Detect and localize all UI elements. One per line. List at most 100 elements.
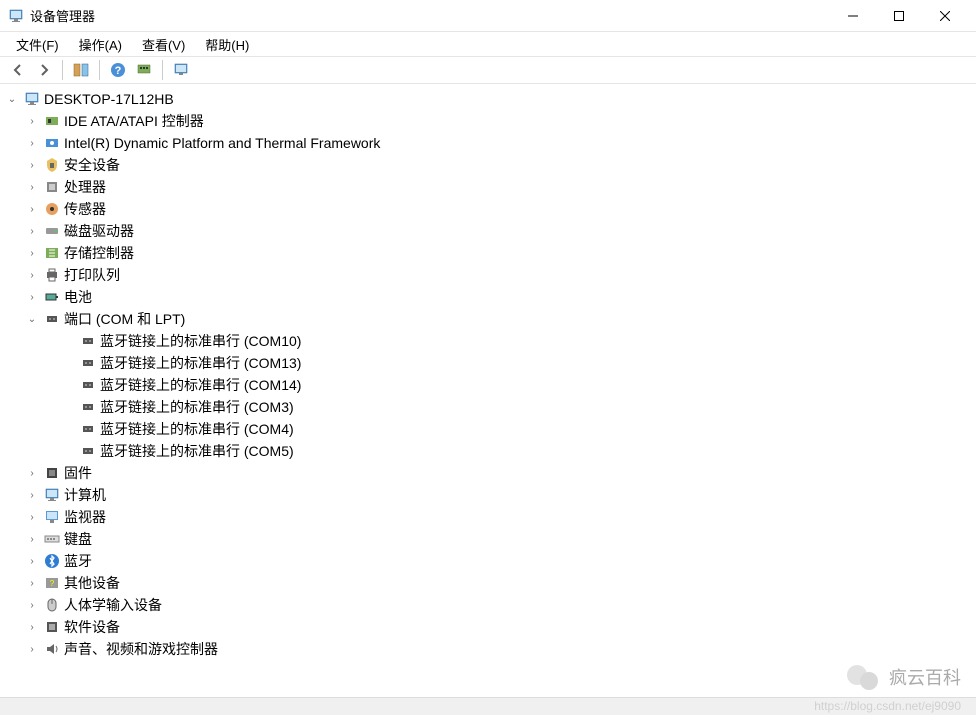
tree-device[interactable]: 蓝牙链接上的标准串行 (COM5) [0,440,976,462]
expand-arrow-icon[interactable]: › [24,245,40,261]
tree-category[interactable]: ›固件 [0,462,976,484]
category-label: 处理器 [64,177,106,197]
device-label: 蓝牙链接上的标准串行 (COM4) [100,419,294,439]
expand-arrow-icon[interactable]: › [24,201,40,217]
tree-category[interactable]: › 安全设备 [0,154,976,176]
scan-button[interactable] [132,58,156,82]
expand-arrow-icon[interactable]: › [24,597,40,613]
tree-category[interactable]: ›? 其他设备 [0,572,976,594]
device-manager-icon [8,8,24,24]
minimize-icon [848,11,858,21]
tree-category[interactable]: ›Intel(R) Dynamic Platform and Thermal F… [0,132,976,154]
tree-category[interactable]: › 键盘 [0,528,976,550]
category-label: 软件设备 [64,617,120,637]
tree-device[interactable]: 蓝牙链接上的标准串行 (COM14) [0,374,976,396]
expand-arrow-icon[interactable]: › [24,509,40,525]
device-label: 蓝牙链接上的标准串行 (COM3) [100,397,294,417]
tree-category[interactable]: › 电池 [0,286,976,308]
tree-category[interactable]: ⌄ 端口 (COM 和 LPT) [0,308,976,330]
expand-arrow-icon[interactable]: › [24,619,40,635]
expand-arrow-icon[interactable]: › [24,135,40,151]
window-controls [830,0,968,32]
expand-arrow-icon[interactable]: ⌄ [24,311,40,327]
tree-device[interactable]: 蓝牙链接上的标准串行 (COM4) [0,418,976,440]
expand-arrow-icon[interactable]: › [24,553,40,569]
tree-category[interactable]: ›传感器 [0,198,976,220]
device-label: 蓝牙链接上的标准串行 (COM14) [100,375,301,395]
root-label: DESKTOP-17L12HB [44,91,174,107]
category-label: 声音、视频和游戏控制器 [64,639,218,659]
tree-device[interactable]: 蓝牙链接上的标准串行 (COM3) [0,396,976,418]
toolbar: ? [0,56,976,84]
menu-view[interactable]: 查看(V) [132,33,195,56]
menu-file[interactable]: 文件(F) [6,33,69,56]
tree-category[interactable]: › 磁盘驱动器 [0,220,976,242]
menu-help[interactable]: 帮助(H) [195,33,259,56]
expand-arrow-icon[interactable]: › [24,267,40,283]
category-label: 人体学输入设备 [64,595,162,615]
back-button[interactable] [6,58,30,82]
expand-arrow-icon[interactable]: › [24,575,40,591]
tree-device[interactable]: 蓝牙链接上的标准串行 (COM10) [0,330,976,352]
expand-arrow-icon[interactable]: › [24,179,40,195]
category-label: 安全设备 [64,155,120,175]
help-icon: ? [110,62,126,78]
tree-category[interactable]: › 计算机 [0,484,976,506]
category-label: 端口 (COM 和 LPT) [64,309,185,329]
forward-arrow-icon [36,62,52,78]
expand-arrow-icon[interactable]: › [24,157,40,173]
expand-arrow-icon[interactable]: › [24,113,40,129]
device-label: 蓝牙链接上的标准串行 (COM13) [100,353,301,373]
tree-category[interactable]: ›监视器 [0,506,976,528]
help-button[interactable]: ? [106,58,130,82]
expand-arrow-icon[interactable]: ⌄ [4,91,20,107]
back-arrow-icon [10,62,26,78]
category-label: 其他设备 [64,573,120,593]
watermark-url: https://blog.csdn.net/ej9090 [814,699,961,713]
tree-category[interactable]: › 存储控制器 [0,242,976,264]
expand-arrow-icon[interactable]: › [24,641,40,657]
toolbar-separator [162,60,163,80]
toolbar-separator [62,60,63,80]
expand-arrow-icon[interactable]: › [24,531,40,547]
tree-category[interactable]: › IDE ATA/ATAPI 控制器 [0,110,976,132]
scan-hardware-icon [136,62,152,78]
menu-action[interactable]: 操作(A) [69,33,132,56]
expand-arrow-icon[interactable]: › [24,465,40,481]
wechat-icon [845,659,881,695]
tree-category[interactable]: › 打印队列 [0,264,976,286]
monitor-icon [173,62,189,78]
minimize-button[interactable] [830,0,876,32]
watermark: 疯云百科 [845,659,961,695]
properties-button[interactable] [169,58,193,82]
device-tree[interactable]: ⌄DESKTOP-17L12HB›IDE ATA/ATAPI 控制器›Intel… [0,84,976,697]
toolbar-separator [99,60,100,80]
tree-category[interactable]: › 人体学输入设备 [0,594,976,616]
device-label: 蓝牙链接上的标准串行 (COM10) [100,331,301,351]
category-label: 存储控制器 [64,243,134,263]
category-label: 键盘 [64,529,92,549]
category-label: 电池 [64,287,92,307]
tree-category[interactable]: › 声音、视频和游戏控制器 [0,638,976,660]
maximize-button[interactable] [876,0,922,32]
console-tree-icon [73,62,89,78]
expand-arrow-icon[interactable]: › [24,487,40,503]
tree-category[interactable]: › 软件设备 [0,616,976,638]
watermark-text: 疯云百科 [889,664,961,690]
tree-category[interactable]: › 处理器 [0,176,976,198]
show-hide-button[interactable] [69,58,93,82]
menubar: 文件(F) 操作(A) 查看(V) 帮助(H) [0,32,976,56]
window-title: 设备管理器 [30,6,830,25]
expand-arrow-icon[interactable]: › [24,223,40,239]
category-label: 打印队列 [64,265,120,285]
svg-text:?: ? [50,579,55,588]
tree-root[interactable]: ⌄ DESKTOP-17L12HB [0,88,976,110]
category-label: IDE ATA/ATAPI 控制器 [64,111,204,131]
expand-arrow-icon[interactable]: › [24,289,40,305]
tree-device[interactable]: 蓝牙链接上的标准串行 (COM13) [0,352,976,374]
forward-button[interactable] [32,58,56,82]
category-label: 磁盘驱动器 [64,221,134,241]
close-button[interactable] [922,0,968,32]
category-label: 计算机 [64,485,106,505]
tree-category[interactable]: ›蓝牙 [0,550,976,572]
